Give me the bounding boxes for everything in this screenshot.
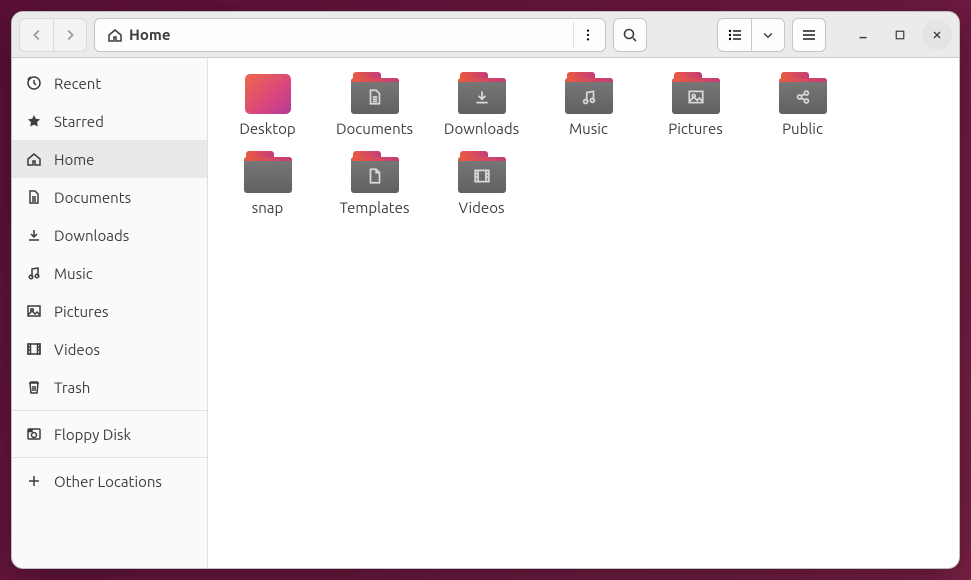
- sidebar-separator: [12, 457, 207, 458]
- home-icon: [107, 27, 123, 43]
- folder-item-videos[interactable]: Videos: [428, 147, 535, 220]
- home-icon: [26, 151, 42, 167]
- header-bar: Home: [12, 12, 959, 58]
- sidebar-item-label: Recent: [54, 75, 101, 92]
- folder-item-documents[interactable]: Documents: [321, 68, 428, 141]
- sidebar-item-label: Other Locations: [54, 473, 162, 490]
- sidebar-item-other-locations[interactable]: Other Locations: [12, 462, 207, 500]
- folder-item-templates[interactable]: Templates: [321, 147, 428, 220]
- sidebar-item-home[interactable]: Home: [12, 140, 207, 178]
- folder-item-desktop[interactable]: Desktop: [214, 68, 321, 141]
- list-view-button[interactable]: [717, 18, 751, 52]
- view-options-button[interactable]: [751, 18, 785, 52]
- floppy-icon: [26, 426, 42, 442]
- sidebar-item-videos[interactable]: Videos: [12, 330, 207, 368]
- item-label: Templates: [340, 199, 410, 216]
- sidebar-item-label: Floppy Disk: [54, 426, 131, 443]
- forward-button[interactable]: [53, 18, 87, 52]
- sidebar: Recent Starred Home Documents Downloads Music…: [12, 58, 208, 568]
- nav-buttons: [19, 18, 87, 52]
- sidebar-item-label: Pictures: [54, 303, 109, 320]
- sidebar-item-pictures[interactable]: Pictures: [12, 292, 207, 330]
- folder-item-public[interactable]: Public: [749, 68, 856, 141]
- item-label: Pictures: [668, 120, 723, 137]
- plus-icon: [26, 473, 42, 489]
- item-label: Videos: [459, 199, 505, 216]
- folder-icon: [244, 151, 292, 193]
- path-bar[interactable]: Home: [94, 18, 606, 52]
- sidebar-item-label: Downloads: [54, 227, 129, 244]
- folder-item-downloads[interactable]: Downloads: [428, 68, 535, 141]
- sidebar-item-trash[interactable]: Trash: [12, 368, 207, 406]
- video-icon: [26, 341, 42, 357]
- path-menu-button[interactable]: [573, 22, 601, 48]
- recent-icon: [26, 75, 42, 91]
- close-icon: [931, 29, 943, 41]
- folder-icon: [351, 72, 399, 114]
- maximize-button[interactable]: [885, 20, 915, 50]
- folder-icon: [458, 72, 506, 114]
- sidebar-item-documents[interactable]: Documents: [12, 178, 207, 216]
- sidebar-item-starred[interactable]: Starred: [12, 102, 207, 140]
- desktop-icon: [245, 74, 291, 114]
- folder-item-pictures[interactable]: Pictures: [642, 68, 749, 141]
- item-label: snap: [252, 199, 284, 216]
- view-switcher: [717, 18, 785, 52]
- music-icon: [26, 265, 42, 281]
- body: Recent Starred Home Documents Downloads Music…: [12, 58, 959, 568]
- sidebar-item-floppy-disk[interactable]: Floppy Disk: [12, 415, 207, 453]
- close-button[interactable]: [922, 20, 952, 50]
- item-label: Public: [782, 120, 823, 137]
- chevron-left-icon: [30, 28, 44, 42]
- maximize-icon: [894, 29, 906, 41]
- folder-item-music[interactable]: Music: [535, 68, 642, 141]
- sidebar-item-music[interactable]: Music: [12, 254, 207, 292]
- sidebar-item-label: Home: [54, 151, 94, 168]
- sidebar-item-label: Starred: [54, 113, 104, 130]
- sidebar-item-recent[interactable]: Recent: [12, 64, 207, 102]
- sidebar-separator: [12, 410, 207, 411]
- vertical-dots-icon: [581, 28, 595, 42]
- chevron-right-icon: [63, 28, 77, 42]
- content-area[interactable]: Desktop Documents Downloads Music Pictures Pu…: [208, 58, 959, 568]
- sidebar-item-label: Music: [54, 265, 93, 282]
- folder-icon: [779, 72, 827, 114]
- item-label: Music: [569, 120, 608, 137]
- folder-icon: [565, 72, 613, 114]
- search-button[interactable]: [613, 18, 647, 52]
- sidebar-item-label: Videos: [54, 341, 100, 358]
- item-label: Documents: [336, 120, 413, 137]
- trash-icon: [26, 379, 42, 395]
- star-icon: [26, 113, 42, 129]
- hamburger-icon: [801, 27, 817, 43]
- folder-icon: [458, 151, 506, 193]
- chevron-down-icon: [762, 29, 774, 41]
- picture-icon: [26, 303, 42, 319]
- back-button[interactable]: [19, 18, 53, 52]
- sidebar-item-label: Documents: [54, 189, 131, 206]
- folder-icon: [351, 151, 399, 193]
- sidebar-item-label: Trash: [54, 379, 90, 396]
- minimize-button[interactable]: [848, 20, 878, 50]
- download-icon: [26, 227, 42, 243]
- hamburger-menu-button[interactable]: [792, 18, 826, 52]
- file-manager-window: Home: [11, 11, 960, 569]
- path-label: Home: [129, 26, 170, 43]
- path-segment-home[interactable]: Home: [99, 22, 178, 47]
- doc-icon: [26, 189, 42, 205]
- search-icon: [622, 27, 638, 43]
- folder-icon: [672, 72, 720, 114]
- item-label: Desktop: [239, 120, 295, 137]
- minimize-icon: [856, 28, 870, 42]
- sidebar-item-downloads[interactable]: Downloads: [12, 216, 207, 254]
- folder-item-snap[interactable]: snap: [214, 147, 321, 220]
- item-label: Downloads: [444, 120, 519, 137]
- list-icon: [727, 27, 743, 43]
